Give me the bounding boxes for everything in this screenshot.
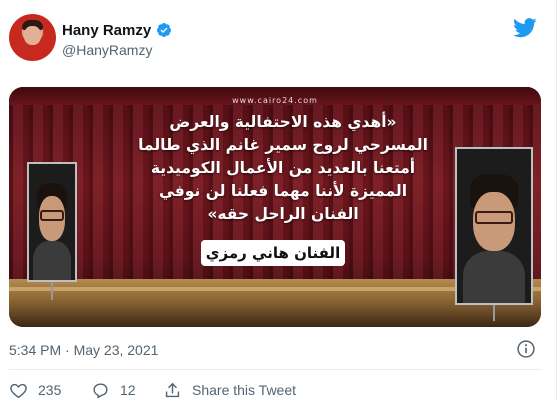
author-handle[interactable]: @HanyRamzy [62, 42, 152, 58]
author-name-row: Hany Ramzy [62, 21, 172, 39]
tweet-media-image[interactable]: www.cairo24.com «أهدي هذه الاحتفالية وال… [9, 87, 541, 327]
tweet-timestamp[interactable]: 5:34 PM · May 23, 2021 [9, 342, 158, 358]
heart-icon [10, 383, 27, 398]
author-display-name[interactable]: Hany Ramzy [62, 22, 151, 39]
portrait-body [462, 250, 526, 303]
avatar-face [24, 26, 41, 45]
portrait-body [32, 240, 72, 280]
standee-leg [51, 282, 53, 300]
verified-badge-icon [157, 23, 172, 37]
twitter-bird-icon[interactable] [513, 18, 537, 38]
standee-leg [493, 305, 495, 321]
quote-line: المسرحي لروح سمير غانم الذي طالما [138, 136, 428, 154]
quote-line: المميزة لأننا مهما فعلنا لن نوفي [158, 182, 408, 200]
reply-button[interactable]: 12 [91, 381, 163, 400]
share-upload-icon [165, 382, 180, 397]
reply-bubble-icon [93, 382, 108, 398]
like-button[interactable]: 235 [9, 381, 91, 400]
image-caption-badge: الفنان هاني رمزي [201, 240, 345, 266]
image-quote-text: «أهدي هذه الاحتفالية والعرض المسرحي لروح… [117, 111, 449, 226]
portrait-standee-left [27, 162, 77, 282]
portrait-glasses [40, 210, 64, 221]
share-label: Share this Tweet [192, 382, 297, 398]
quote-line: «أهدي هذه الاحتفالية والعرض [169, 113, 397, 131]
tweet-actions: 235 12 Share this Tweet [9, 380, 296, 400]
share-button[interactable]: Share this Tweet [163, 381, 296, 400]
tweet-card: Hany Ramzy @HanyRamzy www.cairo24.com «أ… [0, 0, 557, 400]
quote-line: الفنان الراحل حقه» [207, 205, 359, 223]
portrait-glasses [474, 210, 514, 225]
quote-line: أمتعنا بالعديد من الأعمال الكوميدية [150, 159, 416, 177]
image-watermark: www.cairo24.com [232, 96, 318, 105]
like-count: 235 [38, 382, 62, 398]
info-icon[interactable] [516, 339, 536, 359]
reply-count: 12 [120, 382, 136, 398]
portrait-standee-right [455, 147, 533, 305]
avatar[interactable] [9, 14, 56, 61]
divider [9, 369, 541, 370]
